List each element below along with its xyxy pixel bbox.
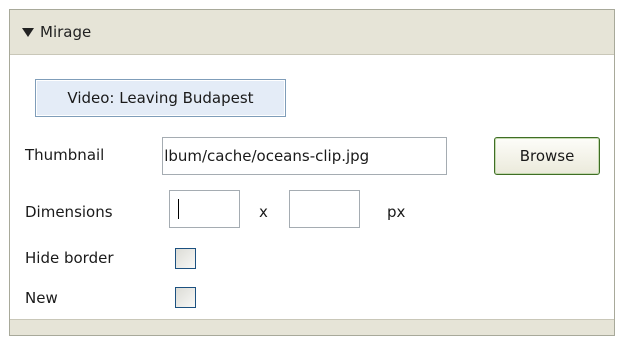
video-button[interactable]: Video: Leaving Budapest — [35, 79, 286, 117]
panel-title: Mirage — [40, 23, 92, 41]
dimension-separator: x — [259, 203, 268, 221]
text-caret — [178, 199, 179, 219]
collapse-triangle-icon[interactable] — [22, 28, 34, 37]
dimension-unit: px — [387, 203, 406, 221]
dimensions-label: Dimensions — [25, 203, 113, 221]
height-input[interactable] — [289, 190, 360, 228]
panel-header[interactable]: Mirage — [10, 10, 614, 54]
width-input[interactable] — [169, 190, 240, 228]
panel-content: Video: Leaving Budapest Thumbnail album/… — [10, 54, 614, 320]
new-checkbox[interactable] — [175, 287, 196, 308]
thumbnail-input[interactable]: album/cache/oceans-clip.jpg — [162, 137, 447, 175]
thumbnail-label: Thumbnail — [25, 146, 105, 164]
browse-button[interactable]: Browse — [494, 137, 600, 175]
mirage-panel: Mirage Video: Leaving Budapest Thumbnail… — [9, 9, 615, 336]
hide-border-label: Hide border — [25, 249, 114, 267]
thumbnail-input-value: album/cache/oceans-clip.jpg — [162, 147, 370, 165]
hide-border-checkbox[interactable] — [175, 248, 196, 269]
new-label: New — [25, 289, 58, 307]
